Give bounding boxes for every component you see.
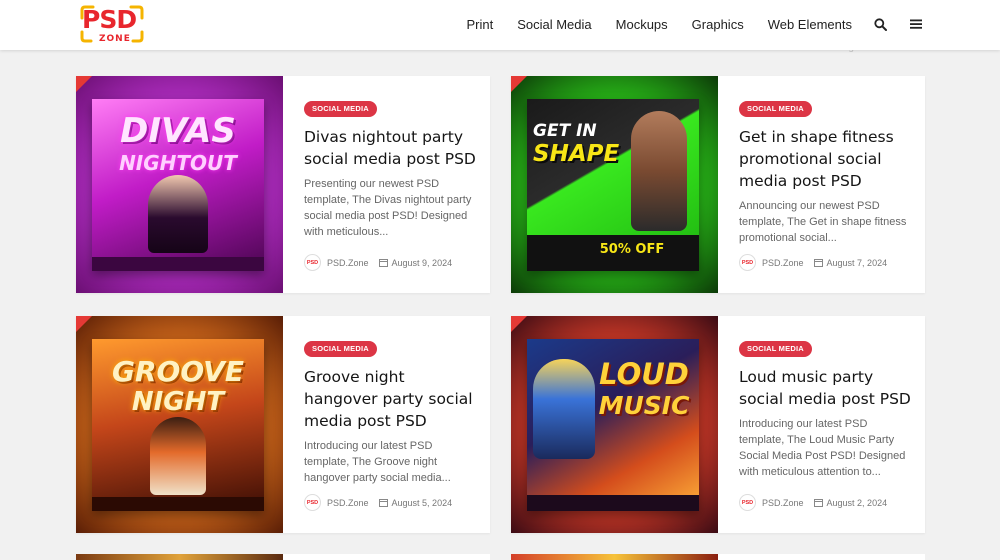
- avatar-logo-text: PSD: [741, 259, 754, 266]
- post-title[interactable]: Divas nightout party social media post P…: [304, 126, 480, 170]
- post-card-partial[interactable]: [511, 554, 925, 560]
- post-card[interactable]: GET IN SHAPE 50% OFF SOCIAL MEDIA Get in…: [511, 76, 925, 293]
- post-excerpt: Introducing our latest PSD template, The…: [304, 440, 451, 484]
- category-badge[interactable]: SOCIAL MEDIA: [304, 101, 377, 117]
- poster-footer-bar: [527, 495, 699, 511]
- post-card-partial[interactable]: [76, 554, 490, 560]
- post-excerpt: Announcing our newest PSD template, The …: [739, 200, 907, 244]
- post-meta: PSD PSD.Zone August 5, 2024: [304, 494, 452, 511]
- post-date: August 7, 2024: [826, 257, 888, 268]
- poster-title: GROOVE: [112, 355, 244, 388]
- poster-footer-bar: [92, 257, 264, 271]
- avatar-logo-text: PSD: [741, 499, 754, 506]
- category-badge[interactable]: SOCIAL MEDIA: [739, 341, 812, 357]
- post-thumbnail[interactable]: DIVAS NIGHTOUT: [76, 76, 283, 293]
- poster-title: DIVAS: [120, 111, 236, 151]
- site-header: PSD ZONE Print Social Media Mockups Grap…: [0, 0, 1000, 50]
- avatar-logo-text: PSD: [306, 499, 319, 506]
- poster-footer-bar: [92, 497, 264, 511]
- post-card[interactable]: DIVAS NIGHTOUT SOCIAL MEDIA Divas nighto…: [76, 76, 490, 293]
- post-title[interactable]: Loud music party social media post PSD: [739, 366, 915, 410]
- poster-image: LOUD MUSIC: [527, 339, 699, 511]
- corner-ribbon: [511, 316, 527, 332]
- calendar-icon: [813, 259, 823, 267]
- post-meta: PSD PSD.Zone August 9, 2024: [304, 254, 452, 271]
- post-title[interactable]: Groove night hangover party social media…: [304, 366, 480, 432]
- poster-figure: [631, 111, 687, 231]
- poster-figure: [148, 175, 208, 253]
- logo-subtext: ZONE: [99, 34, 131, 44]
- post-excerpt: Presenting our newest PSD template, The …: [304, 178, 472, 238]
- calendar-icon: [813, 499, 823, 507]
- search-icon[interactable]: [874, 18, 888, 32]
- category-badge[interactable]: SOCIAL MEDIA: [739, 101, 812, 117]
- post-body: SOCIAL MEDIA Loud music party social med…: [739, 338, 915, 480]
- post-author[interactable]: PSD.Zone: [762, 258, 804, 268]
- post-thumbnail[interactable]: GROOVE NIGHT: [76, 316, 283, 533]
- logo-text: PSD: [82, 5, 137, 34]
- calendar-icon: [378, 259, 388, 267]
- post-author[interactable]: PSD.Zone: [327, 258, 369, 268]
- poster-image: GET IN SHAPE 50% OFF: [527, 99, 699, 271]
- poster-subtitle: NIGHTOUT: [119, 151, 237, 175]
- corner-ribbon: [76, 316, 92, 332]
- author-avatar[interactable]: PSD: [304, 254, 321, 271]
- post-thumbnail[interactable]: GET IN SHAPE 50% OFF: [511, 76, 718, 293]
- post-card[interactable]: LOUD MUSIC SOCIAL MEDIA Loud music party…: [511, 316, 925, 533]
- post-thumbnail-partial: [76, 554, 283, 560]
- poster-image: DIVAS NIGHTOUT: [92, 99, 264, 271]
- post-title[interactable]: Get in shape fitness promotional social …: [739, 126, 915, 192]
- post-meta: PSD PSD.Zone August 2, 2024: [739, 494, 887, 511]
- nav-item-print[interactable]: Print: [466, 0, 493, 50]
- avatar-logo-text: PSD: [306, 259, 319, 266]
- author-avatar[interactable]: PSD: [739, 254, 756, 271]
- post-author[interactable]: PSD.Zone: [327, 498, 369, 508]
- post-meta: PSD PSD.Zone August 7, 2024: [739, 254, 887, 271]
- post-date: August 2, 2024: [826, 497, 888, 508]
- category-badge[interactable]: SOCIAL MEDIA: [304, 341, 377, 357]
- site-logo[interactable]: PSD ZONE: [74, 4, 150, 46]
- author-avatar[interactable]: PSD: [739, 494, 756, 511]
- poster-subtitle: SHAPE: [533, 141, 620, 167]
- poster-subtitle: NIGHT: [131, 387, 225, 417]
- nav-item-graphics[interactable]: Graphics: [692, 0, 744, 50]
- post-card[interactable]: GROOVE NIGHT SOCIAL MEDIA Groove night h…: [76, 316, 490, 533]
- nav-item-social-media[interactable]: Social Media: [517, 0, 591, 50]
- calendar-icon: [378, 499, 388, 507]
- poster-title: LOUD: [599, 357, 689, 391]
- post-thumbnail[interactable]: LOUD MUSIC: [511, 316, 718, 533]
- post-body: SOCIAL MEDIA Divas nightout party social…: [304, 98, 480, 240]
- menu-icon[interactable]: [910, 18, 924, 32]
- nav-item-mockups[interactable]: Mockups: [616, 0, 668, 50]
- post-date: August 5, 2024: [391, 497, 453, 508]
- corner-ribbon: [76, 76, 92, 92]
- post-body: SOCIAL MEDIA Get in shape fitness promot…: [739, 98, 915, 246]
- corner-ribbon: [511, 76, 527, 92]
- poster-offer: 50% OFF: [599, 242, 665, 257]
- post-author[interactable]: PSD.Zone: [762, 498, 804, 508]
- post-body: SOCIAL MEDIA Groove night hangover party…: [304, 338, 480, 486]
- poster-figure: [150, 417, 206, 495]
- main-nav: Print Social Media Mockups Graphics Web …: [442, 0, 924, 50]
- poster-figure: [533, 359, 595, 459]
- nav-item-web-elements[interactable]: Web Elements: [768, 0, 852, 50]
- post-date: August 9, 2024: [391, 257, 453, 268]
- poster-subtitle: MUSIC: [598, 391, 690, 420]
- poster-title: GET IN: [533, 121, 597, 141]
- author-avatar[interactable]: PSD: [304, 494, 321, 511]
- poster-image: GROOVE NIGHT: [92, 339, 264, 511]
- post-excerpt: Introducing our latest PSD template, The…: [739, 418, 906, 478]
- post-thumbnail-partial: [511, 554, 718, 560]
